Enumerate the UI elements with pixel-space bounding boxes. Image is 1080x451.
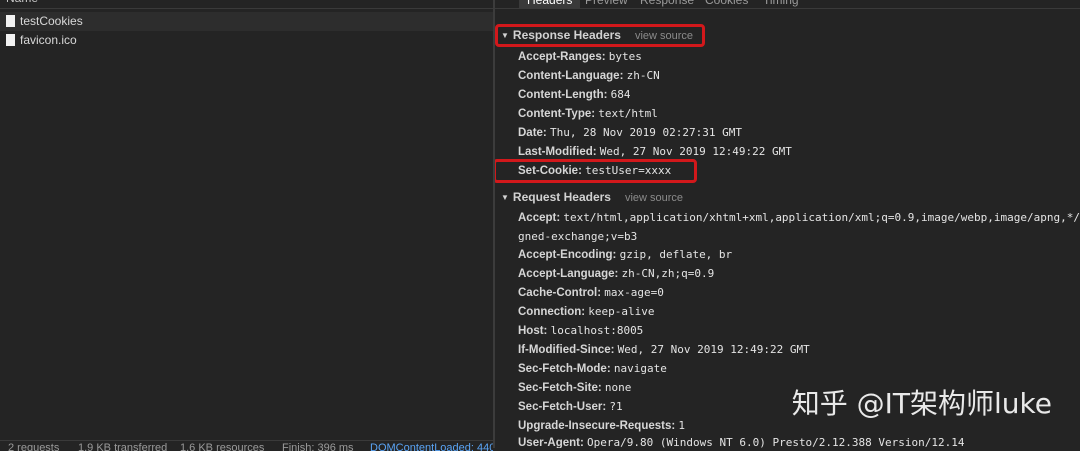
request-headers-title: Request Headers (512, 190, 611, 204)
response-header-row: Accept-Ranges: bytes (518, 50, 642, 63)
request-headers-section[interactable]: ▼ Request Headers view source (501, 190, 683, 204)
request-header-row: Sec-Fetch-Site: none (518, 381, 632, 394)
headers-detail-panel: ✕ Headers Preview Response Cookies Timin… (495, 0, 1080, 448)
tab-timing[interactable]: Timing (763, 0, 799, 8)
name-column-header[interactable]: Name (0, 0, 493, 9)
request-header-row: Host: localhost:8005 (518, 324, 644, 337)
tab-cookies[interactable]: Cookies (705, 0, 748, 8)
close-icon[interactable]: ✕ (505, 0, 514, 3)
request-row-favicon[interactable]: favicon.ico (0, 31, 493, 50)
request-row-testcookies[interactable]: testCookies (0, 12, 493, 31)
request-list-panel: Name testCookies favicon.ico 2 requests … (0, 0, 493, 451)
status-resources: 1.6 KB resources (180, 442, 265, 451)
request-header-row: Connection: keep-alive (518, 305, 655, 318)
status-domcontentloaded[interactable]: DOMContentLoaded: 440 (370, 441, 493, 451)
request-header-row: Accept: text/html,application/xhtml+xml,… (518, 211, 1080, 224)
tab-response[interactable]: Response (640, 0, 694, 8)
triangle-down-icon: ▼ (501, 193, 509, 202)
detail-tabs: ✕ Headers Preview Response Cookies Timin… (495, 0, 1080, 9)
request-header-row: Sec-Fetch-Mode: navigate (518, 362, 667, 375)
request-header-row: User-Agent: Opera/9.80 (Windows NT 6.0) … (518, 436, 965, 448)
request-header-row: Accept-Encoding: gzip, deflate, br (518, 248, 733, 261)
response-header-row: Content-Length: 684 (518, 88, 631, 101)
status-requests: 2 requests (8, 442, 60, 451)
file-icon (6, 34, 15, 46)
request-name: testCookies (20, 14, 83, 28)
tab-preview[interactable]: Preview (585, 0, 628, 8)
request-header-row-continued: gned-exchange;v=b3 (518, 230, 638, 243)
response-header-row: Content-Language: zh-CN (518, 69, 660, 82)
response-header-row: Date: Thu, 28 Nov 2019 02:27:31 GMT (518, 126, 743, 139)
view-source-link[interactable]: view source (625, 192, 683, 204)
response-header-row: Last-Modified: Wed, 27 Nov 2019 12:49:22… (518, 145, 792, 158)
response-headers-highlight (495, 24, 705, 47)
request-header-row: Cache-Control: max-age=0 (518, 286, 664, 299)
request-header-row: Accept-Language: zh-CN,zh;q=0.9 (518, 267, 715, 280)
tab-headers[interactable]: Headers (519, 0, 581, 8)
request-header-row: If-Modified-Since: Wed, 27 Nov 2019 12:4… (518, 343, 810, 356)
request-header-row: Upgrade-Insecure-Requests: 1 (518, 419, 686, 432)
request-header-row: Sec-Fetch-User: ?1 (518, 400, 623, 413)
set-cookie-highlight (495, 159, 697, 183)
file-icon (6, 15, 15, 27)
status-finish: Finish: 396 ms (282, 442, 354, 451)
zhihu-watermark: 知乎 @IT架构师luke (791, 387, 1052, 420)
response-header-row: Content-Type: text/html (518, 107, 658, 120)
request-name: favicon.ico (20, 33, 77, 47)
network-status-bar: 2 requests 1.9 KB transferred 1.6 KB res… (0, 440, 493, 451)
status-transferred: 1.9 KB transferred (78, 442, 168, 451)
